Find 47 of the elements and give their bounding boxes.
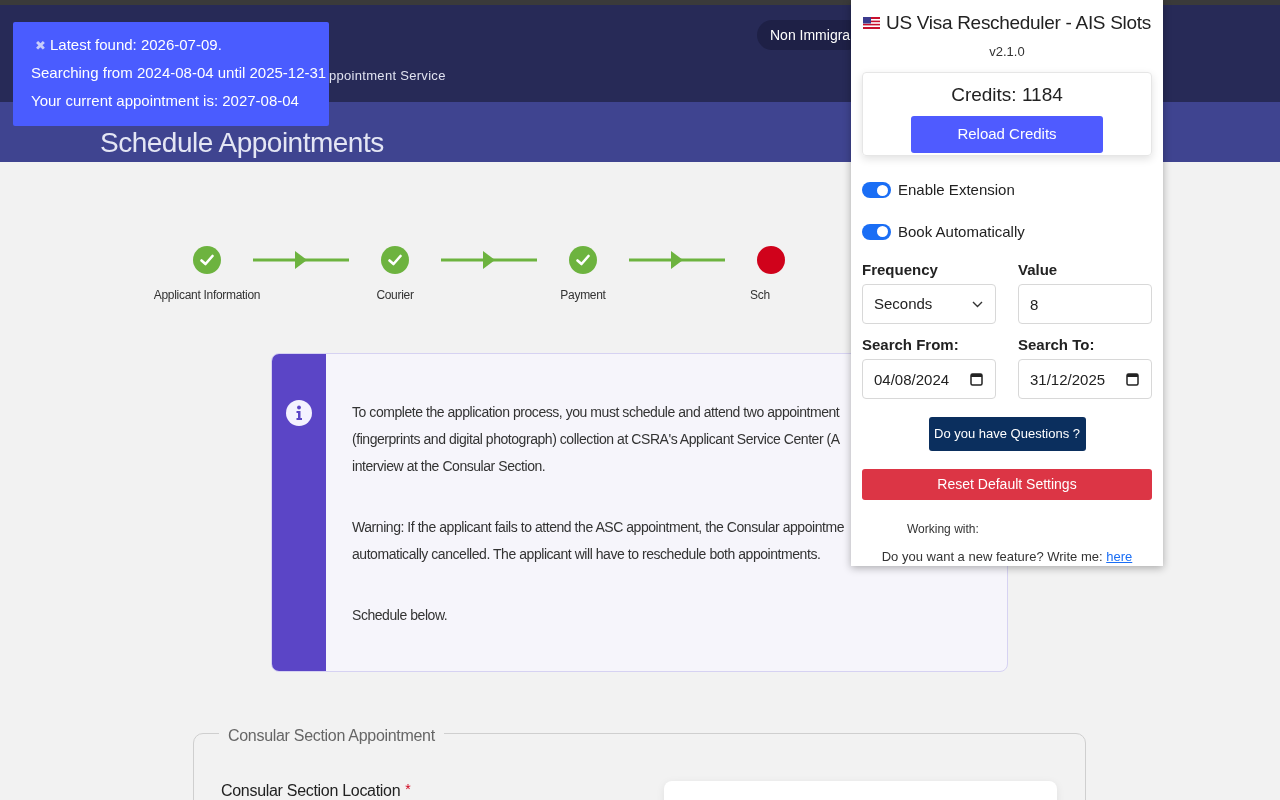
frequency-select[interactable]: Seconds [862,284,996,325]
field-label: Search From: [862,335,960,356]
step-label: Payment [560,288,606,302]
select-value: Seconds [874,293,933,314]
date-field[interactable]: 04/08/2024 [862,359,996,400]
info-text-line: Schedule below. [352,606,449,625]
check-icon [576,254,590,266]
value-input[interactable]: 8 [1018,284,1152,325]
info-text-line: Warning: If the applicant fails to attend the ASC appointment, the Consular appointme [352,518,844,537]
notification-text: Your current appointment is: 2027-08-04 [31,91,300,111]
info-icon [286,400,312,426]
service-name: ppointment Service [329,67,446,85]
toggle-label: Book Automatically [898,221,1025,242]
page-title: Schedule Appointments [100,129,384,157]
credits-count: Credits: 1184 [951,83,1063,107]
reset-settings-button[interactable]: Reset Default Settings [862,469,1152,500]
date-field[interactable]: 31/12/2025 [1018,359,1152,400]
check-icon [200,254,214,266]
step-label: Applicant Information [153,288,261,302]
questions-button[interactable]: Do you have Questions ? [928,417,1086,452]
here-link[interactable]: here [1106,548,1133,564]
field-label: Frequency [862,260,939,281]
info-text-line: To complete the application process, you must schedule and attend two appointment [352,403,841,422]
chevron-down-icon [972,300,983,308]
required-mark: * [405,780,411,799]
field-label: Consular Section Location [221,781,401,800]
calendar-icon [970,372,983,387]
feature-request-text: Do you want a new feature? Write me: here [881,547,1133,566]
field-label: Value [1018,260,1059,281]
toggle-switch[interactable] [862,223,891,240]
reload-credits-button[interactable]: Reload Credits [911,116,1103,153]
field-label: Search To: [1018,335,1096,356]
check-icon [388,254,402,266]
info-text-line: interview at the Consular Section. [352,457,547,476]
version-text: v2.1.0 [989,42,1025,61]
flag-icon [863,17,881,30]
calendar-icon [1126,372,1139,387]
notification-text: Latest found: 2026-07-09. [50,35,222,55]
info-text-line: (fingerprints and digital photograph) collection at CSRA's Applicant Service Center (A [352,430,841,449]
step-label: Courier [376,288,414,302]
notification-text: Searching from 2024-08-04 until 2025-12-31 [31,63,328,83]
info-text-line: automatically cancelled. The applicant will have to reschedule both appointments. [352,545,822,564]
step-label: Sch [750,288,770,302]
toggle-switch[interactable] [862,182,891,199]
popup-title: US Visa Rescheduler - AIS Slots [886,11,1151,35]
working-with-text: Working with: [907,521,979,536]
toggle-label: Enable Extension [898,180,1015,201]
